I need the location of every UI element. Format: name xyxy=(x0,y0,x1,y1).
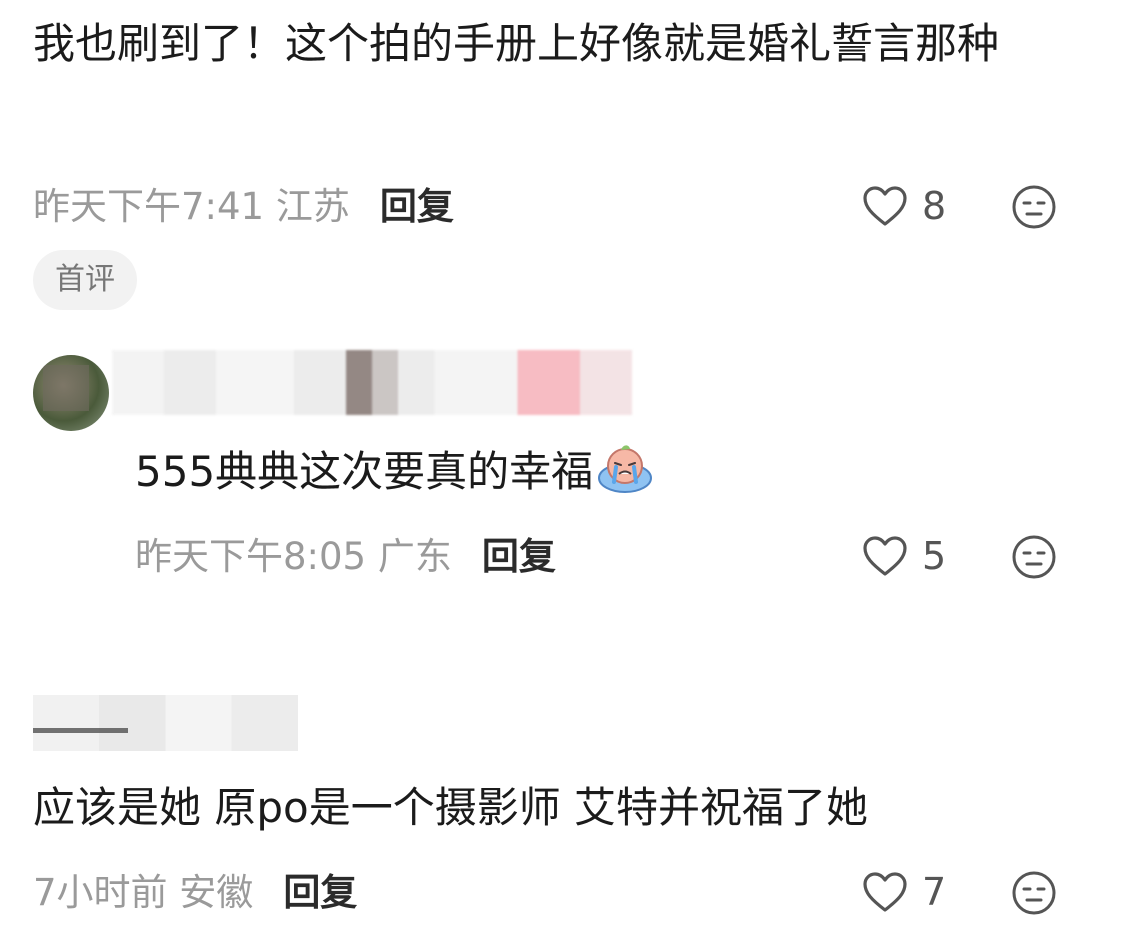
comment-meta: 昨天下午7:41 江苏 回复 xyxy=(33,182,454,232)
comment-meta: 昨天下午8:05 广东 回复 xyxy=(135,532,556,582)
comment-text: 我也刷到了！这个拍的手册上好像就是婚礼誓言那种 xyxy=(33,19,1000,68)
neutral-face-icon[interactable] xyxy=(1011,184,1057,230)
like-count: 5 xyxy=(922,534,947,578)
comment-thread: 我也刷到了！这个拍的手册上好像就是婚礼誓言那种 昨天下午7:41 江苏 回复 8 … xyxy=(0,0,1134,932)
like-count: 7 xyxy=(922,870,947,914)
reply-button[interactable]: 回复 xyxy=(380,185,454,228)
like-button[interactable]: 5 xyxy=(862,534,946,578)
comment-text: 应该是她 原po是一个摄影师 艾特并祝福了她 xyxy=(33,783,869,832)
neutral-face-icon[interactable] xyxy=(1011,534,1057,580)
comment-meta: 7小时前 安徽 回复 xyxy=(33,868,357,918)
crying-face-emoji xyxy=(598,445,653,493)
first-comment-badge: 首评 xyxy=(33,250,137,310)
comment-text: 555典典这次要真的幸福 xyxy=(135,447,594,496)
reply-comment: 555典典这次要真的幸福 xyxy=(135,436,653,508)
comment-time-location: 7小时前 安徽 xyxy=(33,871,254,914)
quoted-text-fragment xyxy=(33,718,128,752)
like-count: 8 xyxy=(922,184,947,228)
like-button[interactable]: 7 xyxy=(862,870,946,914)
avatar[interactable] xyxy=(33,355,109,431)
comment-time-location: 昨天下午7:41 江苏 xyxy=(33,185,350,228)
heart-outline-icon xyxy=(863,536,907,576)
neutral-face-icon[interactable] xyxy=(1011,870,1057,916)
reply-button[interactable]: 回复 xyxy=(283,871,357,914)
heart-outline-icon xyxy=(863,186,907,226)
comment-time-location: 昨天下午8:05 广东 xyxy=(135,535,452,578)
heart-outline-icon xyxy=(863,872,907,912)
reply-button[interactable]: 回复 xyxy=(482,535,556,578)
like-button[interactable]: 8 xyxy=(862,184,946,228)
username-blurred xyxy=(112,350,632,415)
